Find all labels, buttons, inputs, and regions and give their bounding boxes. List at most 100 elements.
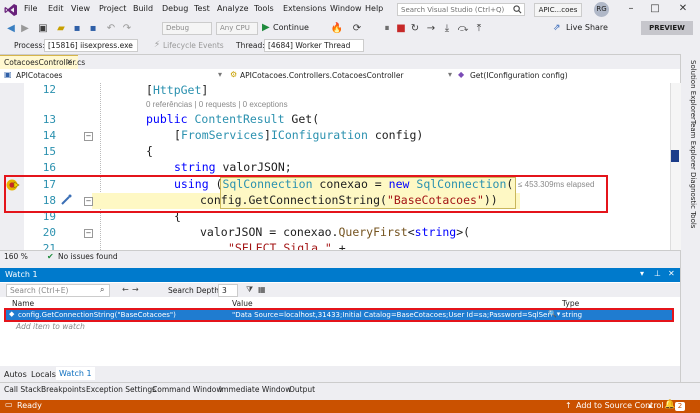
search-depth-label: Search Depth: [168,286,222,295]
column-header-value[interactable]: Value [232,299,253,308]
close-icon[interactable]: ✕ [676,2,690,16]
step-into-icon[interactable]: ⤓ [440,22,454,36]
undo-icon[interactable]: ↶ [104,22,118,36]
back-icon[interactable]: ← [122,285,129,294]
search-depth-select[interactable]: 3 [218,284,238,297]
menu-help[interactable]: Help [365,4,383,13]
configuration-select[interactable]: Debug [162,22,212,35]
maximize-icon[interactable]: □ [648,2,662,16]
live-share-button[interactable]: Live Share [566,23,608,32]
forward-icon[interactable]: ▶ [18,22,32,36]
show-next-statement-icon[interactable]: → [424,22,438,36]
process-select[interactable]: [15816] iisexpress.exe [44,39,138,52]
code-keyword: public [146,112,188,126]
member-select[interactable]: Get(IConfiguration config) [470,70,568,82]
menu-edit[interactable]: Edit [48,4,64,13]
menu-test[interactable]: Test [194,4,210,13]
debug-tab-strip [0,366,680,382]
menu-window[interactable]: Window [330,4,362,13]
menu-analyze[interactable]: Analyze [217,4,249,13]
annotation-highlight-box [4,308,674,322]
open-folder-icon[interactable]: ▰ [54,22,68,36]
hot-reload-icon[interactable]: 🔥 [330,22,344,36]
grid-icon[interactable]: ▦ [258,285,266,294]
stop-icon[interactable]: ■ [394,22,408,36]
class-select[interactable]: APICotacoes.Controllers.CotacoesControll… [240,70,404,82]
solution-title: APIC...coes [534,3,582,17]
search-icon[interactable]: ⌕ [100,285,104,295]
tab-locals[interactable]: Locals [31,370,56,379]
menu-debug[interactable]: Debug [162,4,188,13]
avatar[interactable]: RG [594,2,609,17]
menu-project[interactable]: Project [99,4,126,13]
code-text: config) [367,128,424,142]
tab-autos[interactable]: Autos [4,370,27,379]
platform-select[interactable]: Any CPU [216,22,258,35]
tab-immediate-window[interactable]: Immediate Window [219,385,291,394]
pause-icon[interactable]: ⏸ [380,22,394,36]
window-menu-icon[interactable]: ▾ [640,269,644,278]
code-line-15: { [146,144,153,158]
menu-view[interactable]: View [71,4,90,13]
column-header-name[interactable]: Name [12,299,34,308]
new-item-icon[interactable]: ▣ [36,22,50,36]
notifications-bell-icon[interactable]: 🔔 [664,400,675,410]
tab-call-stack[interactable]: Call Stack [4,385,41,394]
editor-vertical-scrollbar[interactable] [670,83,681,250]
breakpoint-margin[interactable] [0,83,24,250]
minimize-icon[interactable]: – [624,2,638,16]
menu-build[interactable]: Build [133,4,153,13]
chevron-down-icon: ▾ [218,70,223,79]
forward-icon[interactable]: → [132,285,139,294]
tab-diagnostic-tools[interactable]: Diagnostic Tools [683,172,697,228]
scrollbar-thumb[interactable] [671,150,679,162]
add-watch-item[interactable]: Add item to watch [16,322,85,331]
column-header-type[interactable]: Type [562,299,579,308]
tab-team-explorer[interactable]: Team Explorer [683,120,697,170]
browser-link-icon[interactable]: ⟳ [350,22,364,36]
chevron-up-icon: ▴ [648,401,653,410]
watch-search-input[interactable]: Search (Ctrl+E) [6,284,110,297]
code-line-13: public ContentResult Get( [146,112,319,126]
tab-exception-settings[interactable]: Exception Settings [86,385,156,394]
zoom-level[interactable]: 160 % [4,252,28,261]
issues-status[interactable]: No issues found [58,252,118,261]
redo-icon[interactable]: ↷ [120,22,134,36]
arrow-up-icon: ↑ [565,401,572,410]
tab-command-window[interactable]: Command Window [152,385,223,394]
tab-output[interactable]: Output [289,385,315,394]
restart-icon[interactable]: ↻ [408,22,422,36]
search-input[interactable]: Search Visual Studio (Ctrl+Q) [397,3,525,16]
code-editor[interactable]: 12 13 14 15 16 17 18 19 20 21 − − − [Htt… [0,83,670,250]
tab-solution-explorer[interactable]: Solution Explorer [683,60,697,120]
step-over-icon[interactable]: ⤼ [456,22,470,36]
codelens[interactable]: 0 referências | 0 requests | 0 exception… [146,100,288,109]
project-select[interactable]: APICotacoes [16,70,62,82]
collapse-toggle-icon[interactable]: − [84,229,93,238]
code-method: QueryFirst [338,225,408,239]
lifecycle-events-label[interactable]: Lifecycle Events [163,41,224,50]
menu-file[interactable]: File [24,4,37,13]
save-all-icon[interactable]: ▪ [86,22,100,36]
collapse-toggle-icon[interactable]: − [84,132,93,141]
menu-extensions[interactable]: Extensions [283,4,326,13]
save-icon[interactable]: ▪ [70,22,84,36]
filter-icon[interactable]: ⧩ [246,285,253,295]
method-icon: ◆ [458,70,465,79]
search-icon [513,5,522,14]
preview-badge[interactable]: PREVIEW [641,21,693,35]
back-icon[interactable]: ◀ [4,22,18,36]
tab-breakpoints[interactable]: Breakpoints [41,385,86,394]
line-number: 15 [42,145,56,158]
continue-button[interactable]: Continue [273,23,309,32]
menu-tools[interactable]: Tools [254,4,274,13]
pin-icon[interactable]: ⊥ [654,269,661,278]
line-number: 13 [42,113,56,126]
step-out-icon[interactable]: ⤒ [472,22,486,36]
close-icon[interactable]: ✕ [668,269,675,278]
tab-watch-1[interactable]: Watch 1 [56,367,95,380]
close-tab-icon[interactable]: × [66,57,73,66]
thread-select[interactable]: [4684] Worker Thread [264,39,364,52]
notifications-count: 2 [675,402,685,411]
code-string: "SELECT Sigla " [228,241,332,250]
